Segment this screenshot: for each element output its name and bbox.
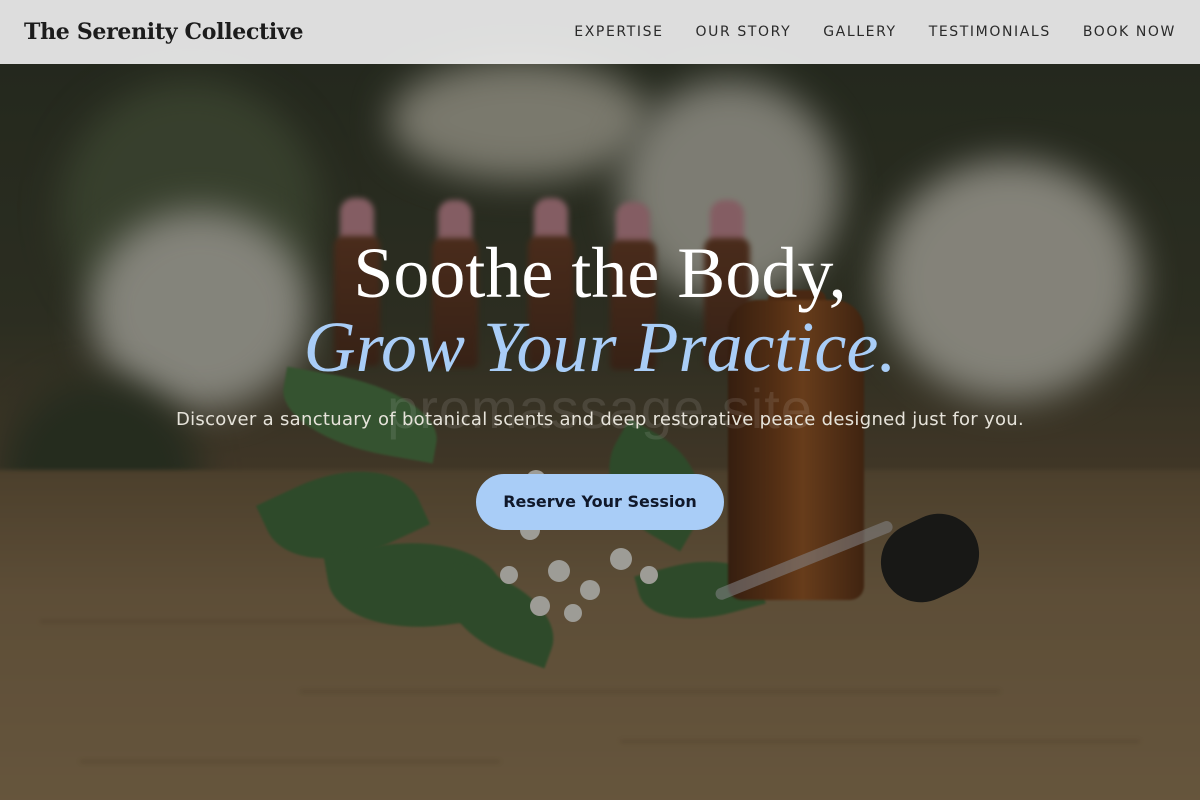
main-nav: EXPERTISE OUR STORY GALLERY TESTIMONIALS… — [542, 24, 1176, 40]
reserve-session-button[interactable]: Reserve Your Session — [476, 474, 724, 530]
hero-headline: Soothe the Body, Grow Your Practice. — [0, 236, 1200, 384]
hero-section: Soothe the Body, Grow Your Practice. Dis… — [0, 236, 1200, 530]
hero-subtext: Discover a sanctuary of botanical scents… — [175, 409, 1025, 430]
headline-line-1: Soothe the Body, — [353, 233, 847, 313]
nav-link-expertise[interactable]: EXPERTISE — [574, 24, 663, 40]
nav-link-testimonials[interactable]: TESTIMONIALS — [929, 24, 1051, 40]
site-header: The Serenity Collective EXPERTISE OUR ST… — [0, 0, 1200, 64]
nav-link-gallery[interactable]: GALLERY — [823, 24, 896, 40]
headline-line-2: Grow Your Practice. — [303, 307, 897, 387]
brand-logo[interactable]: The Serenity Collective — [24, 19, 303, 45]
nav-link-book-now[interactable]: BOOK NOW — [1083, 24, 1176, 40]
nav-link-our-story[interactable]: OUR STORY — [696, 24, 792, 40]
